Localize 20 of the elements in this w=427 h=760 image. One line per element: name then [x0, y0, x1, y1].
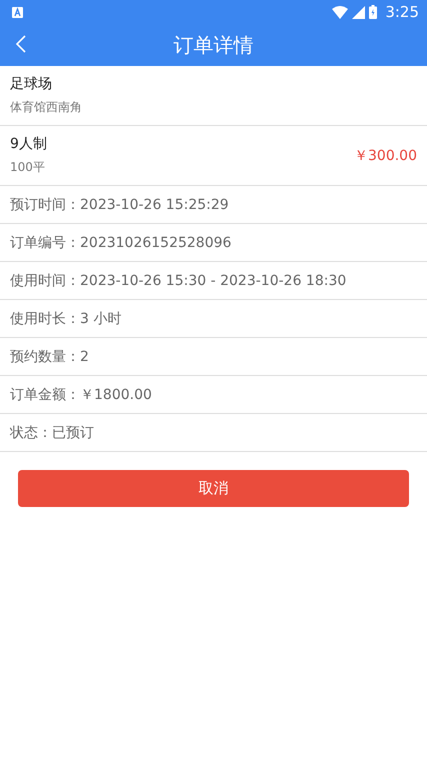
detail-text: 使用时间：2023-10-26 15:30 - 2023-10-26 18:30	[10, 272, 346, 290]
cancel-button[interactable]: 取消	[18, 470, 409, 507]
plan-area: 100平	[10, 159, 47, 176]
signal-icon	[352, 6, 366, 18]
detail-text: 预约数量：2	[10, 348, 89, 366]
page-title: 订单详情	[174, 32, 254, 58]
detail-text: 状态：已预订	[10, 424, 94, 442]
status-time: 3:25	[385, 3, 419, 21]
plan-price: ￥300.00	[354, 146, 417, 164]
detail-text: 订单编号：20231026152528096	[10, 234, 232, 252]
detail-text: 订单金额：￥1800.00	[10, 386, 152, 404]
back-icon	[16, 35, 26, 53]
detail-text: 预订时间：2023-10-26 15:25:29	[10, 196, 229, 214]
venue-name: 足球场	[10, 75, 53, 93]
battery-icon	[369, 5, 378, 19]
plan-name: 9人制	[10, 135, 47, 153]
detail-text: 使用时长：3 小时	[10, 310, 122, 328]
notification-icon	[12, 6, 23, 18]
wifi-icon	[332, 6, 348, 18]
venue-location: 体育馆西南角	[10, 99, 82, 116]
